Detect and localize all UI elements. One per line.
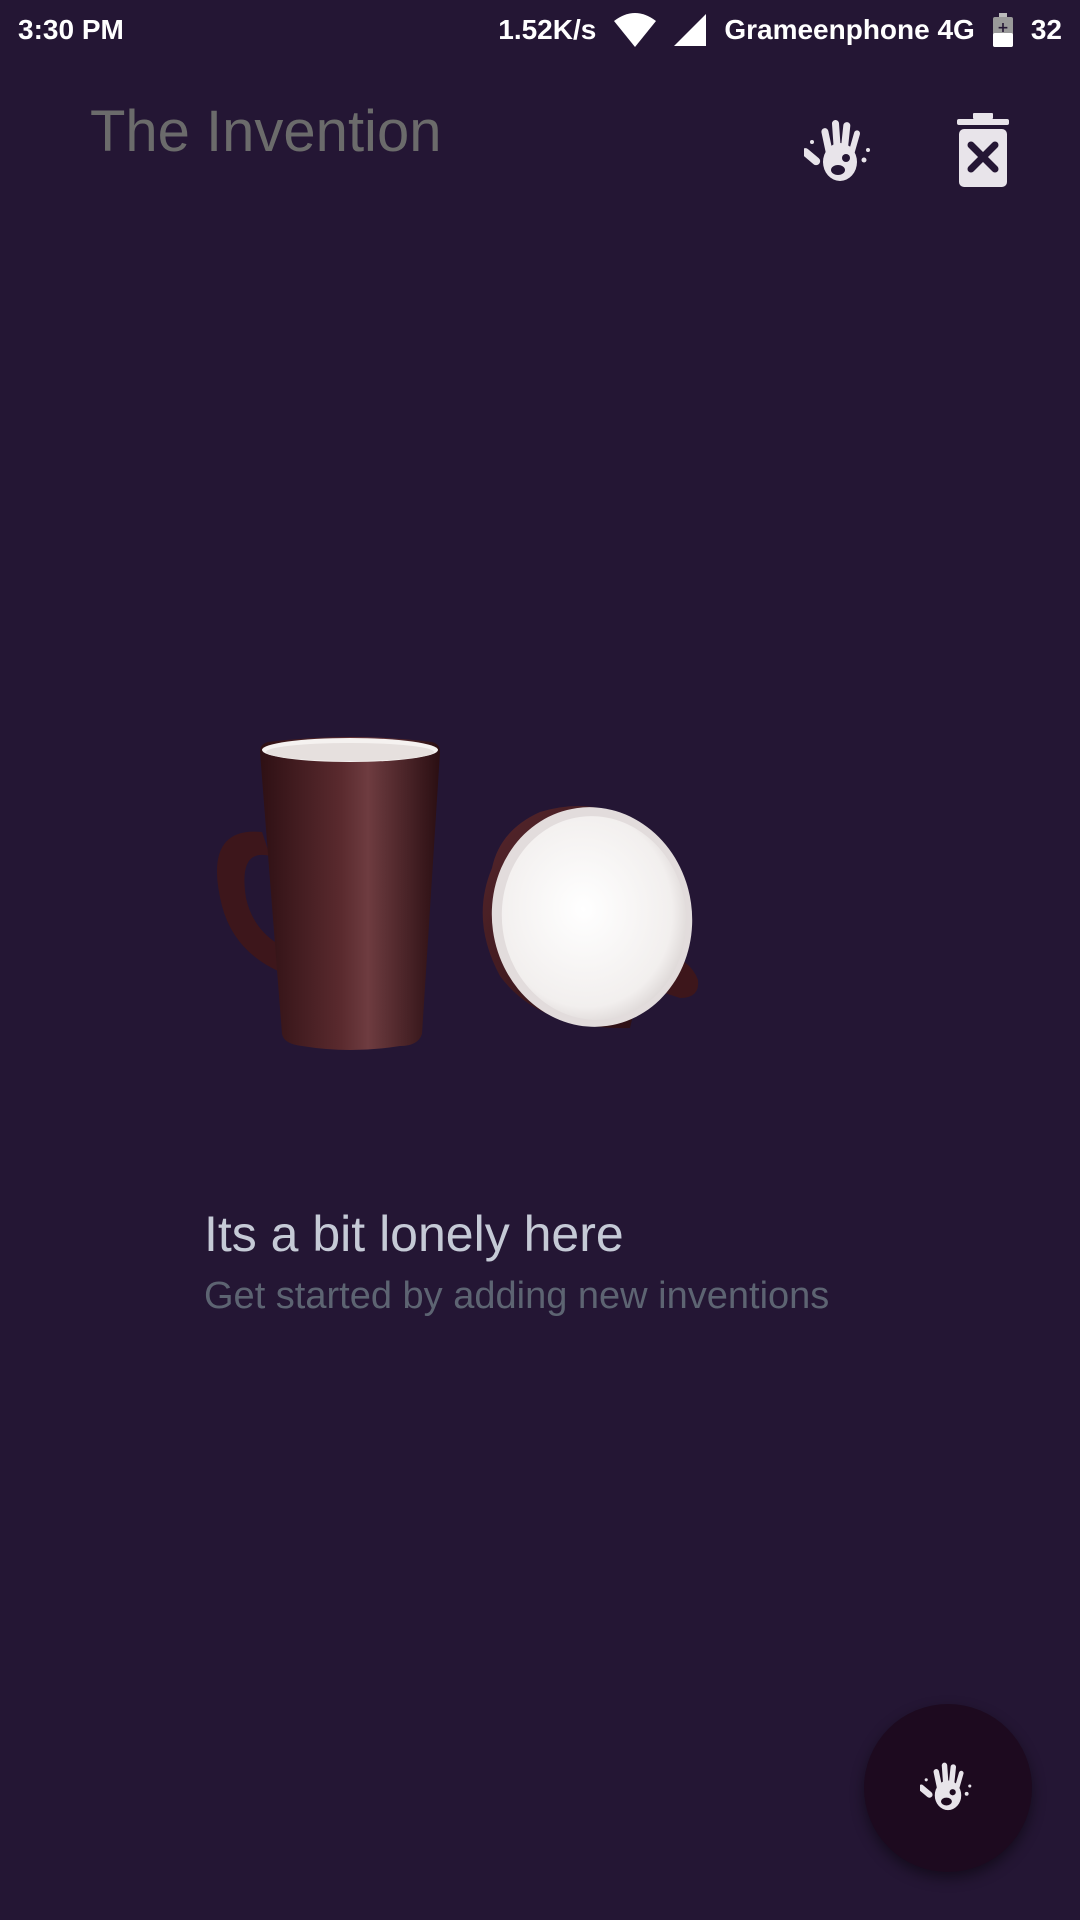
battery-icon: + — [992, 13, 1013, 47]
wifi-icon — [614, 13, 657, 47]
svg-text:+: + — [997, 20, 1009, 36]
signal-icon — [674, 14, 707, 46]
status-time: 3:30 PM — [18, 14, 124, 45]
trash-icon — [955, 112, 1011, 192]
empty-state-subtitle: Get started by adding new inventions — [204, 1275, 830, 1317]
hand-icon — [801, 114, 876, 191]
network-speed: 1.52K/s — [498, 14, 597, 45]
add-invention-fab[interactable] — [864, 1704, 1032, 1872]
status-right: 1.52K/s Grameenphone 4G + 32 — [498, 13, 1062, 47]
page-title: The Invention — [90, 99, 442, 164]
battery-level: 32 — [1030, 14, 1062, 45]
hand-button[interactable] — [795, 107, 885, 197]
empty-state-title: Its a bit lonely here — [204, 1206, 624, 1262]
carrier-name: Grameenphone 4G — [724, 14, 975, 45]
mugs-illustration — [200, 730, 800, 1080]
delete-all-button[interactable] — [938, 107, 1028, 197]
status-bar: 3:30 PM 1.52K/s Grameenphone 4G + 32 — [0, 0, 1080, 60]
hand-icon — [917, 1758, 976, 1819]
